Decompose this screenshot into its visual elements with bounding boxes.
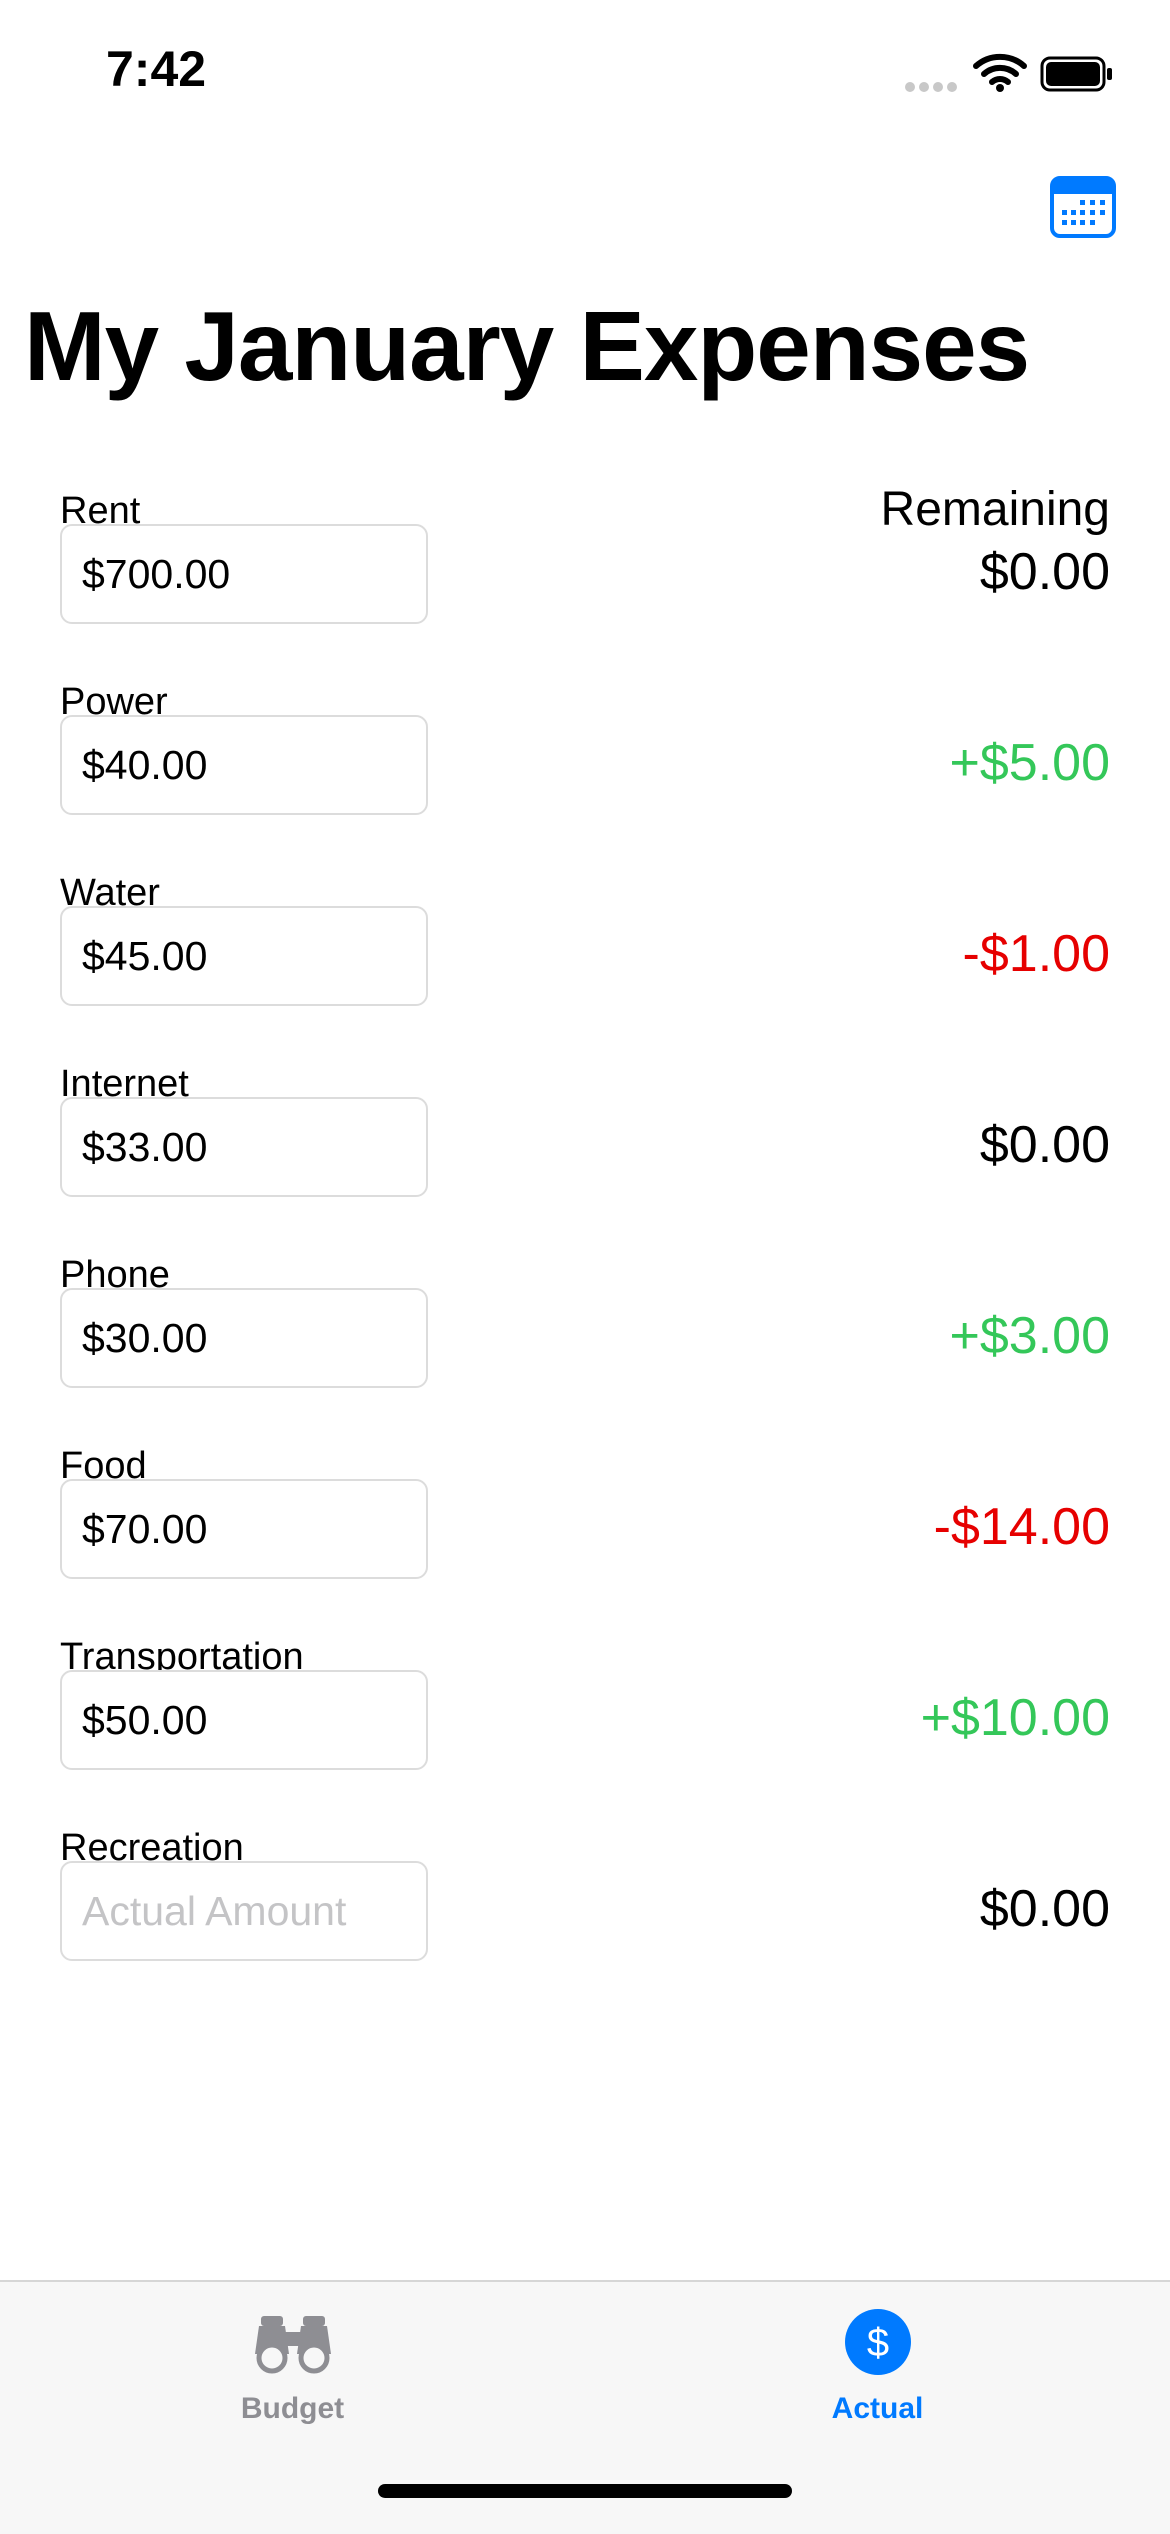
power-amount-input[interactable] bbox=[60, 715, 428, 815]
rent-amount-input[interactable] bbox=[60, 524, 428, 624]
wifi-icon bbox=[973, 53, 1027, 92]
battery-icon bbox=[1040, 56, 1112, 92]
tab-label: Budget bbox=[240, 2392, 345, 2425]
remaining-value: $0.00 bbox=[979, 1880, 1110, 1938]
expense-row-power: Power +$5.00 bbox=[0, 681, 1170, 871]
expense-row-water: Water -$1.00 bbox=[0, 872, 1170, 1062]
calendar-icon bbox=[1050, 176, 1116, 238]
tab-budget[interactable]: Budget bbox=[0, 2282, 585, 2442]
home-indicator bbox=[378, 2484, 792, 2498]
svg-text:$: $ bbox=[866, 2321, 888, 2365]
page-title: My January Expenses bbox=[24, 291, 1030, 401]
expense-row-rent: Rent $0.00 bbox=[0, 490, 1170, 680]
water-amount-input[interactable] bbox=[60, 906, 428, 1006]
binoculars-icon bbox=[254, 2316, 331, 2374]
expense-row-internet: Internet $0.00 bbox=[0, 1063, 1170, 1253]
remaining-value: -$14.00 bbox=[933, 1498, 1110, 1556]
transportation-amount-input[interactable] bbox=[60, 1670, 428, 1770]
remaining-value: -$1.00 bbox=[962, 925, 1110, 983]
remaining-value: +$3.00 bbox=[949, 1307, 1111, 1365]
expense-row-phone: Phone +$3.00 bbox=[0, 1254, 1170, 1444]
internet-amount-input[interactable] bbox=[60, 1097, 428, 1197]
food-amount-input[interactable] bbox=[60, 1479, 428, 1579]
remaining-value: $0.00 bbox=[979, 543, 1110, 601]
expense-row-recreation: Recreation $0.00 bbox=[0, 1827, 1170, 2017]
expense-row-food: Food -$14.00 bbox=[0, 1445, 1170, 1635]
cellular-signal-icon bbox=[905, 82, 959, 96]
expense-row-transportation: Transportation +$10.00 bbox=[0, 1636, 1170, 1826]
dollar-circle-icon: $ bbox=[844, 2309, 911, 2375]
status-bar: 7:42 bbox=[0, 0, 1170, 150]
recreation-amount-input[interactable] bbox=[60, 1861, 428, 1961]
remaining-value: +$10.00 bbox=[920, 1689, 1110, 1747]
remaining-value: +$5.00 bbox=[949, 734, 1111, 792]
calendar-button[interactable] bbox=[1050, 176, 1116, 238]
tab-label: Actual bbox=[831, 2392, 924, 2425]
remaining-value: $0.00 bbox=[979, 1116, 1110, 1174]
tab-actual[interactable]: $ Actual bbox=[585, 2282, 1170, 2442]
phone-amount-input[interactable] bbox=[60, 1288, 428, 1388]
status-time: 7:42 bbox=[106, 41, 207, 97]
